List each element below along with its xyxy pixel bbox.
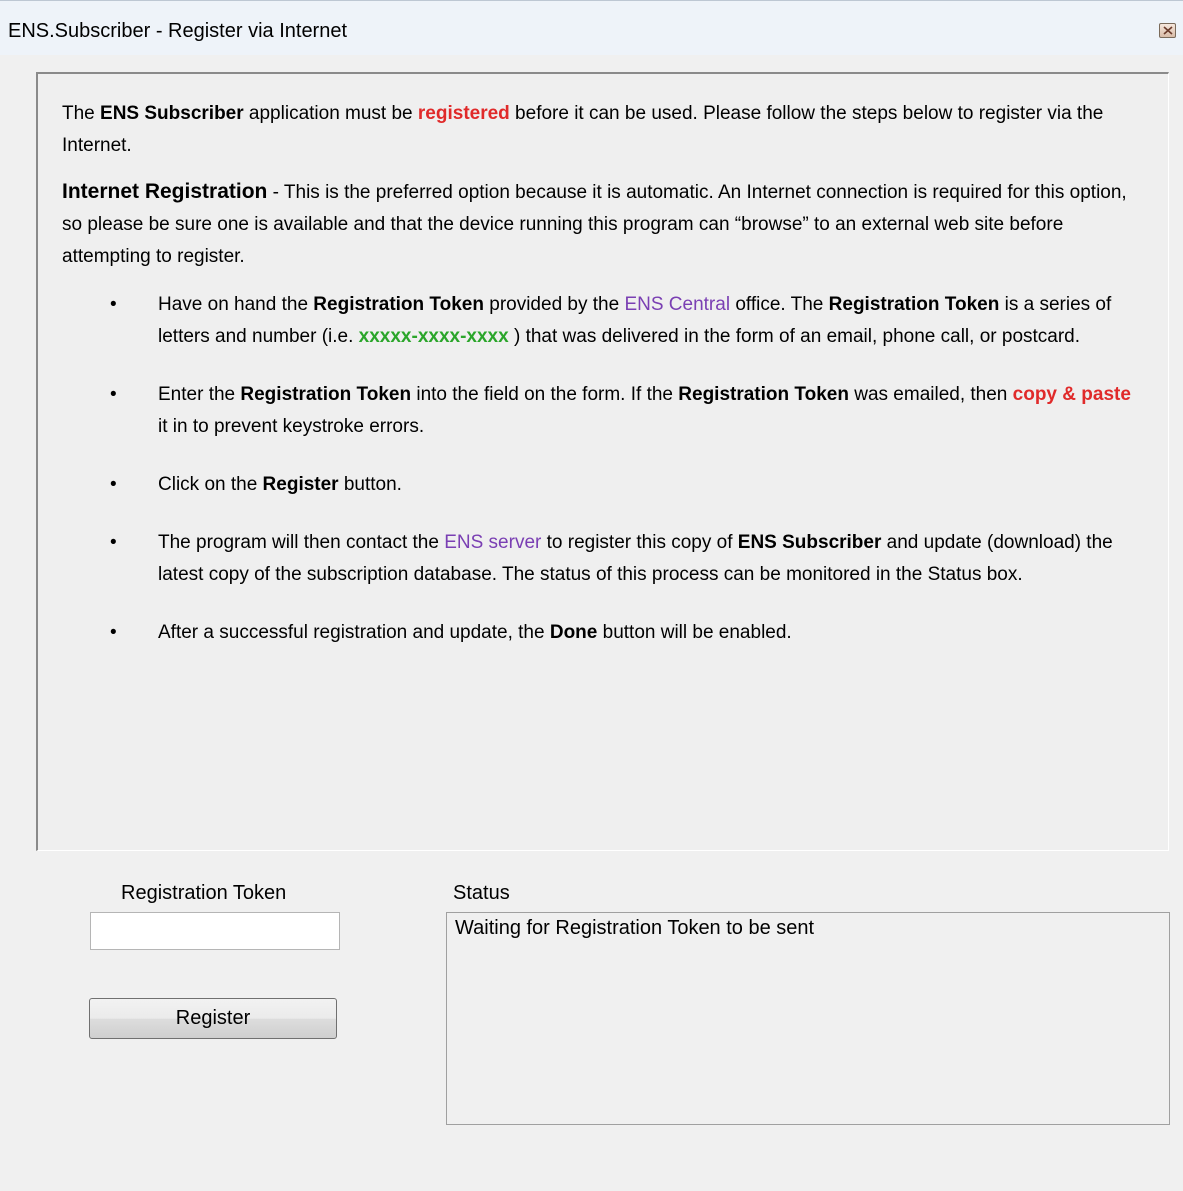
registration-token-input[interactable] bbox=[90, 912, 340, 950]
list-item: • Enter the Registration Token into the … bbox=[62, 379, 1140, 443]
registration-token-label: Registration Token bbox=[121, 882, 287, 904]
bullet: • bbox=[110, 622, 117, 643]
title-bar: ENS.Subscriber - Register via Internet bbox=[0, 0, 1183, 55]
list-item: • The program will then contact the ENS … bbox=[62, 527, 1140, 591]
step-bold: Registration Token bbox=[828, 294, 1000, 315]
close-button[interactable] bbox=[1159, 23, 1176, 38]
step-text: provided by the bbox=[483, 294, 625, 315]
list-item: • After a successful registration and up… bbox=[62, 617, 1140, 649]
step-bold: Registration Token bbox=[240, 384, 412, 405]
close-icon bbox=[1163, 26, 1173, 35]
internet-registration-heading: Internet Registration bbox=[62, 180, 268, 203]
steps-list: • Have on hand the Registration Token pr… bbox=[62, 289, 1140, 649]
bullet: • bbox=[110, 294, 117, 315]
step-text: into the field on the form. If the bbox=[411, 384, 679, 405]
intro-paragraph: The ENS Subscriber application must be r… bbox=[62, 98, 1140, 162]
step-bold: Register bbox=[262, 474, 339, 495]
instructions-panel: The ENS Subscriber application must be r… bbox=[36, 72, 1169, 851]
bullet: • bbox=[110, 474, 117, 495]
ens-central-text: ENS Central bbox=[624, 294, 731, 315]
intro-registered-emphasis: registered bbox=[417, 103, 510, 124]
step-text: After a successful registration and upda… bbox=[158, 622, 550, 643]
bullet: • bbox=[110, 532, 117, 553]
step-bold: Registration Token bbox=[678, 384, 849, 405]
internet-registration-paragraph: Internet Registration - This is the pref… bbox=[62, 176, 1140, 273]
copy-paste-emphasis: copy & paste bbox=[1012, 384, 1131, 405]
step-bold: ENS Subscriber bbox=[737, 532, 882, 553]
status-box[interactable]: Waiting for Registration Token to be sen… bbox=[446, 912, 1170, 1125]
intro-app-name: ENS Subscriber bbox=[100, 103, 244, 124]
ens-server-text: ENS server bbox=[444, 532, 542, 553]
token-example: xxxxx-xxxx-xxxx bbox=[358, 326, 509, 347]
window-title: ENS.Subscriber - Register via Internet bbox=[8, 20, 348, 42]
step-text: to register this copy of bbox=[541, 532, 738, 553]
step-bold: Done bbox=[549, 622, 598, 643]
step-text: ) that was delivered in the form of an e… bbox=[508, 326, 1081, 347]
step-text: button will be enabled. bbox=[597, 622, 792, 643]
step-text: was emailed, then bbox=[848, 384, 1013, 405]
step-text: Have on hand the bbox=[158, 294, 314, 315]
bullet: • bbox=[110, 384, 117, 405]
status-label: Status bbox=[453, 882, 510, 904]
list-item: • Click on the Register button. bbox=[62, 469, 1140, 501]
step-text: button. bbox=[338, 474, 402, 495]
step-bold: Registration Token bbox=[313, 294, 484, 315]
intro-text: application must be bbox=[243, 103, 418, 124]
step-text: Click on the bbox=[158, 474, 263, 495]
status-text: Waiting for Registration Token to be sen… bbox=[455, 917, 815, 939]
step-text: Enter the bbox=[158, 384, 241, 405]
step-text: office. The bbox=[730, 294, 829, 315]
step-text: The program will then contact the bbox=[158, 532, 445, 553]
intro-text: The bbox=[62, 103, 101, 124]
step-text: it in to prevent keystroke errors. bbox=[158, 416, 425, 437]
list-item: • Have on hand the Registration Token pr… bbox=[62, 289, 1140, 353]
register-button[interactable]: Register bbox=[89, 998, 337, 1039]
